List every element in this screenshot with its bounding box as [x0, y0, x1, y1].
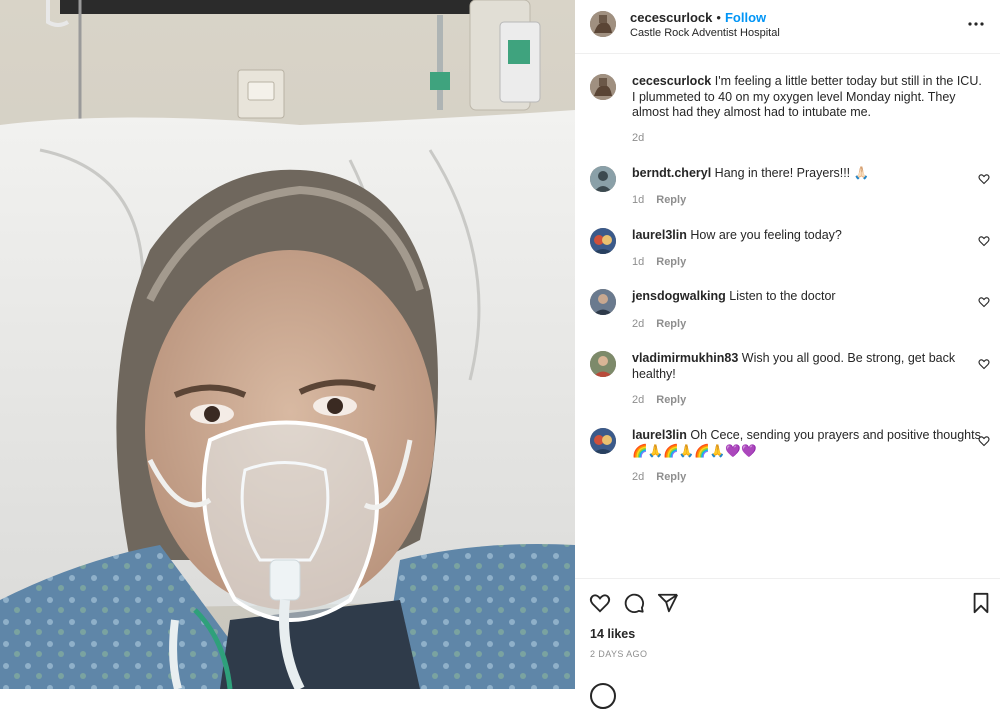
- caption-time[interactable]: 2d: [632, 132, 644, 144]
- commenter-avatar-image: [590, 228, 616, 254]
- author-username[interactable]: cecescurlock: [630, 10, 712, 25]
- save-bookmark-icon[interactable]: [970, 592, 992, 614]
- reply-button[interactable]: Reply: [656, 194, 686, 206]
- like-comment-heart-icon[interactable]: [978, 296, 990, 308]
- comment-time[interactable]: 1d: [632, 194, 644, 206]
- like-comment-heart-icon[interactable]: [978, 173, 990, 185]
- hospital-selfie-image: [0, 0, 575, 689]
- comment-time[interactable]: 2d: [632, 318, 644, 330]
- like-comment-heart-icon[interactable]: [978, 435, 990, 447]
- like-comment-heart-icon[interactable]: [978, 358, 990, 370]
- likes-count[interactable]: 14 likes: [590, 627, 635, 641]
- emoji-picker-icon[interactable]: [590, 683, 616, 709]
- comment-username[interactable]: jensdogwalking: [632, 289, 726, 303]
- post-actions: 14 likes 2 DAYS AGO: [575, 578, 1000, 709]
- like-comment-heart-icon[interactable]: [978, 235, 990, 247]
- caption-body: cecescurlock I'm feeling a little better…: [632, 74, 982, 121]
- comment-username[interactable]: berndt.cheryl: [632, 166, 711, 180]
- comment-username[interactable]: laurel3lin: [632, 428, 687, 442]
- commenter-avatar[interactable]: [590, 428, 616, 454]
- comment-time[interactable]: 2d: [632, 471, 644, 483]
- comment-bubble-icon[interactable]: [623, 592, 645, 614]
- commenter-avatar[interactable]: [590, 166, 616, 192]
- comment-meta: 1d Reply: [632, 194, 686, 206]
- commenter-avatar-image: [590, 166, 616, 192]
- comment-meta: 2d Reply: [632, 471, 686, 483]
- commenter-avatar[interactable]: [590, 289, 616, 315]
- comment-meta: 2d Reply: [632, 394, 686, 406]
- author-avatar[interactable]: [590, 11, 616, 37]
- comment-time[interactable]: 2d: [632, 394, 644, 406]
- author-line: cecescurlock • Follow: [630, 10, 766, 25]
- caption-username[interactable]: cecescurlock: [632, 74, 711, 88]
- comment-meta: 2d Reply: [632, 318, 686, 330]
- follow-button[interactable]: Follow: [725, 10, 766, 25]
- reply-button[interactable]: Reply: [656, 256, 686, 268]
- comment-username[interactable]: laurel3lin: [632, 228, 687, 242]
- commenter-avatar-image: [590, 428, 616, 454]
- more-horizontal-icon[interactable]: [966, 14, 986, 34]
- post-header: cecescurlock • Follow Castle Rock Adventis…: [575, 0, 1000, 54]
- reply-button[interactable]: Reply: [656, 318, 686, 330]
- comment-meta: 1d Reply: [632, 256, 686, 268]
- commenter-avatar-image: [590, 351, 616, 377]
- comment-body: jensdogwalking Listen to the doctor: [632, 289, 982, 305]
- comment-body: laurel3lin Oh Cece, sending you prayers …: [632, 428, 982, 459]
- reply-button[interactable]: Reply: [656, 471, 686, 483]
- caption-avatar[interactable]: [590, 74, 616, 100]
- comment-body: laurel3lin How are you feeling today?: [632, 228, 982, 244]
- comment-username[interactable]: vladimirmukhin83: [632, 351, 738, 365]
- comment-text: Hang in there! Prayers!!! 🙏🏻: [714, 166, 870, 180]
- comment-text: How are you feeling today?: [690, 228, 842, 242]
- commenter-avatar[interactable]: [590, 351, 616, 377]
- share-paper-plane-icon[interactable]: [657, 592, 679, 614]
- post-side-panel: cecescurlock • Follow Castle Rock Adventis…: [575, 0, 1000, 709]
- separator-dot: •: [716, 10, 721, 25]
- location-link[interactable]: Castle Rock Adventist Hospital: [630, 27, 780, 39]
- comment-body: vladimirmukhin83 Wish you all good. Be s…: [632, 351, 982, 382]
- comment-time[interactable]: 1d: [632, 256, 644, 268]
- commenter-avatar[interactable]: [590, 228, 616, 254]
- post-photo[interactable]: [0, 0, 575, 689]
- post-date[interactable]: 2 DAYS AGO: [590, 649, 647, 659]
- caption-meta: 2d: [632, 132, 644, 144]
- comment-text: Listen to the doctor: [729, 289, 836, 303]
- commenter-avatar-image: [590, 289, 616, 315]
- caption-avatar-image: [590, 74, 616, 100]
- author-avatar-image: [590, 11, 616, 37]
- comment-body: berndt.cheryl Hang in there! Prayers!!! …: [632, 166, 982, 182]
- reply-button[interactable]: Reply: [656, 394, 686, 406]
- like-heart-icon[interactable]: [589, 592, 611, 614]
